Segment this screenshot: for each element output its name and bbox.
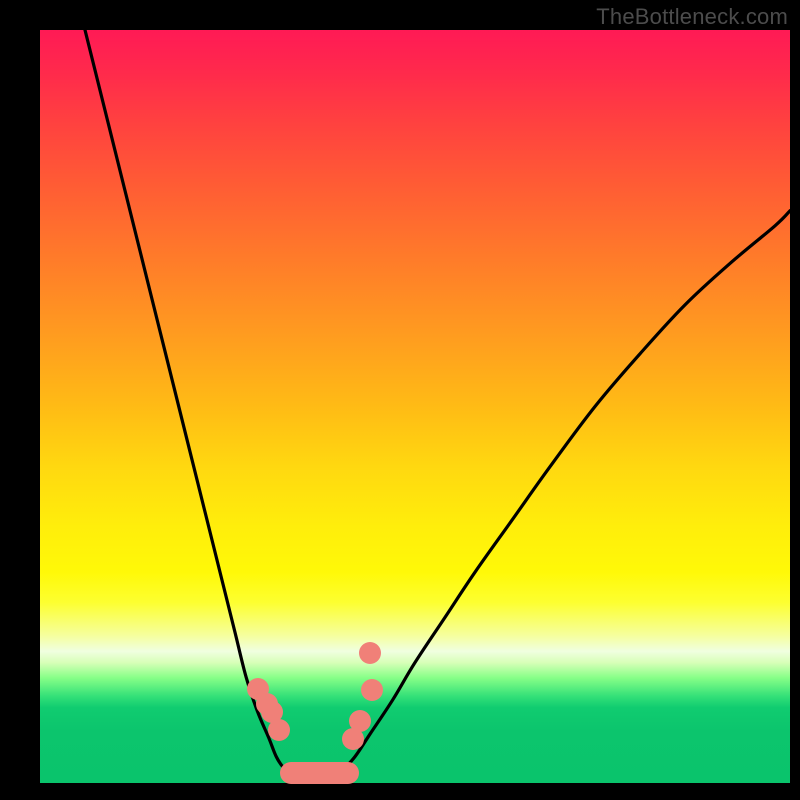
chart-marker-dot	[268, 719, 290, 741]
curve-right	[340, 211, 790, 773]
chart-marker-dot	[359, 642, 381, 664]
chart-frame: TheBottleneck.com	[0, 0, 800, 800]
chart-marker-pill	[280, 762, 358, 784]
chart-curves-svg	[40, 30, 790, 783]
chart-marker-dot	[349, 710, 371, 732]
watermark-text: TheBottleneck.com	[596, 4, 788, 30]
chart-plot-area	[40, 30, 790, 783]
curve-left	[85, 30, 291, 773]
chart-marker-dot	[361, 679, 383, 701]
